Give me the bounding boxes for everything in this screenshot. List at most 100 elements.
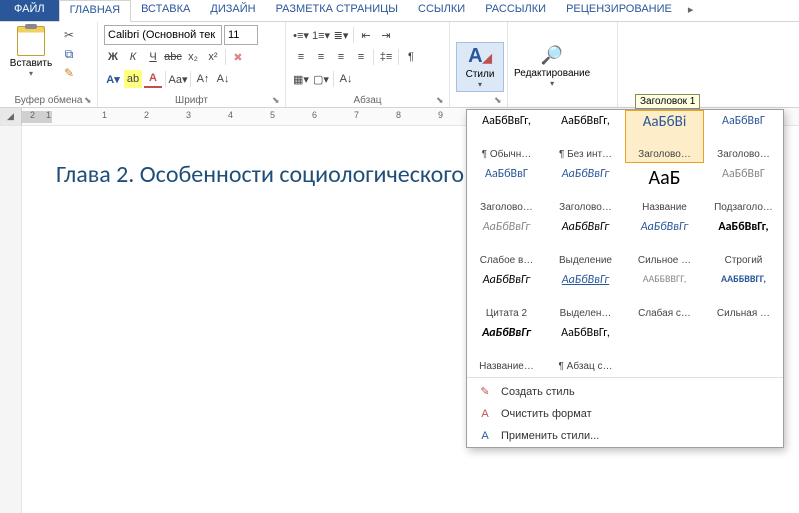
style-name: ¶ Обычн…: [470, 149, 543, 160]
ruler-tick: 8: [396, 110, 401, 120]
bold-button[interactable]: Ж: [104, 48, 122, 66]
bullets-button[interactable]: •≡▾: [292, 26, 310, 44]
copy-icon[interactable]: ⧉: [60, 46, 78, 62]
grow-font-button[interactable]: A↑: [194, 70, 212, 88]
align-left-button[interactable]: ≡: [292, 48, 310, 66]
gallery-command[interactable]: AПрименить стили...: [467, 425, 783, 447]
style-item[interactable]: ААББВВГГ,Сильная …: [704, 269, 783, 322]
decrease-indent-button[interactable]: ⇤: [357, 26, 375, 44]
style-item[interactable]: ААББВВГГ, Слабая с…: [625, 269, 704, 322]
styles-label: Стили: [466, 69, 495, 80]
style-name: Цитата 2: [470, 308, 543, 319]
superscript-button[interactable]: x²: [204, 48, 222, 66]
paste-button[interactable]: Вставить ▾: [6, 24, 56, 90]
tab-insert[interactable]: ВСТАВКА: [131, 0, 200, 21]
style-item[interactable]: АаБбВвГПодзаголо…: [704, 163, 783, 216]
editing-button[interactable]: 🔎 Редактирование ▾: [514, 45, 590, 88]
style-name: Сильная …: [707, 308, 780, 319]
group-label-font: Шрифт: [98, 95, 285, 106]
dialog-launcher-icon[interactable]: ⬊: [436, 95, 446, 105]
borders-button[interactable]: ▢▾: [312, 70, 330, 88]
clipboard-icon: [17, 26, 45, 56]
command-icon: A: [477, 408, 493, 420]
strike-button[interactable]: abc: [164, 48, 182, 66]
style-name: Заголово…: [549, 202, 622, 213]
style-item[interactable]: АаБбВвГг,¶ Без инт…: [546, 110, 625, 163]
justify-button[interactable]: ≡: [352, 48, 370, 66]
command-icon: ✎: [477, 385, 493, 398]
style-item[interactable]: АаБбВвГгВыделен…: [546, 269, 625, 322]
tab-file[interactable]: ФАЙЛ: [0, 0, 59, 21]
dialog-launcher-icon[interactable]: ⬊: [494, 95, 504, 105]
align-center-button[interactable]: ≡: [312, 48, 330, 66]
italic-button[interactable]: К: [124, 48, 142, 66]
style-name: Строгий: [707, 255, 780, 266]
format-painter-icon[interactable]: ✎: [60, 65, 78, 81]
style-preview: АаБбВвГг: [482, 327, 531, 339]
command-label: Создать стиль: [501, 386, 575, 398]
style-item[interactable]: АаБбВіЗаголово…: [625, 110, 704, 163]
style-item[interactable]: АаБбВвГг,¶ Обычн…: [467, 110, 546, 163]
style-item[interactable]: АаБбВвГгСлабое в…: [467, 216, 546, 269]
clear-format-icon[interactable]: ✖: [229, 48, 247, 66]
align-right-button[interactable]: ≡: [332, 48, 350, 66]
cut-icon[interactable]: ✂: [60, 27, 78, 43]
style-name: Слабая с…: [628, 308, 701, 319]
tab-overflow-icon[interactable]: ▸: [682, 0, 700, 21]
group-label-paragraph: Абзац: [286, 95, 449, 106]
text-effects-button[interactable]: A▾: [104, 70, 122, 88]
tab-mailings[interactable]: РАССЫЛКИ: [475, 0, 556, 21]
dialog-launcher-icon[interactable]: ⬊: [272, 95, 282, 105]
binoculars-icon: 🔎: [541, 45, 563, 66]
style-preview: АаБбВвГг: [641, 221, 688, 233]
underline-button[interactable]: Ч: [144, 48, 162, 66]
increase-indent-button[interactable]: ⇥: [377, 26, 395, 44]
shading-button[interactable]: ▦▾: [292, 70, 310, 88]
change-case-button[interactable]: Aa▾: [169, 70, 187, 88]
tab-review[interactable]: РЕЦЕНЗИРОВАНИЕ: [556, 0, 682, 21]
style-preview: АаБбВвГг,: [561, 327, 610, 339]
numbering-button[interactable]: 1≡▾: [312, 26, 330, 44]
command-label: Применить стили...: [501, 430, 599, 442]
vertical-ruler[interactable]: [0, 126, 22, 513]
style-item[interactable]: АаБбВвГЗаголово…: [704, 110, 783, 163]
dialog-launcher-icon[interactable]: ⬊: [84, 95, 94, 105]
ruler-tick: 2: [30, 110, 35, 120]
style-item[interactable]: АаБбВвГг,Строгий: [704, 216, 783, 269]
sort-button[interactable]: A↓: [337, 70, 355, 88]
font-color-button[interactable]: A: [144, 70, 162, 88]
style-preview: ААББВВГГ,: [643, 274, 687, 284]
gallery-command[interactable]: ✎ Создать стиль: [467, 380, 783, 403]
subscript-button[interactable]: x₂: [184, 48, 202, 66]
command-label: Очистить формат: [501, 408, 592, 420]
line-spacing-button[interactable]: ‡≡: [377, 48, 395, 66]
style-item[interactable]: АаБбВвГгВыделение: [546, 216, 625, 269]
font-name-select[interactable]: [104, 25, 222, 45]
font-size-select[interactable]: [224, 25, 258, 45]
show-marks-button[interactable]: ¶: [402, 48, 420, 66]
shrink-font-button[interactable]: A↓: [214, 70, 232, 88]
styles-gallery-button[interactable]: A◢ Стили ▾: [456, 42, 504, 92]
multilevel-button[interactable]: ≣▾: [332, 26, 350, 44]
tab-design[interactable]: ДИЗАЙН: [200, 0, 265, 21]
tab-references[interactable]: ССЫЛКИ: [408, 0, 475, 21]
ruler-corner[interactable]: ◢: [0, 108, 22, 125]
style-item[interactable]: АаБбВвГг,¶ Абзац с…: [546, 322, 625, 375]
style-item[interactable]: АаБНазвание: [625, 163, 704, 216]
tab-home[interactable]: ГЛАВНАЯ: [59, 0, 131, 22]
style-item[interactable]: АаБбВвГг Сильное …: [625, 216, 704, 269]
style-name: Сильное …: [628, 255, 701, 266]
style-item[interactable]: АаБбВвГгНазвание…: [467, 322, 546, 375]
style-preview: АаБбВвГг: [562, 168, 609, 180]
style-item[interactable]: АаБбВвГгЦитата 2: [467, 269, 546, 322]
styles-gallery-dropdown: Заголовок 1 АаБбВвГг,¶ Обычн…АаБбВвГг,¶ …: [466, 109, 784, 448]
style-item[interactable]: АаБбВвГг Заголово…: [546, 163, 625, 216]
style-name: Выделен…: [549, 308, 622, 319]
chevron-down-icon: ▾: [550, 79, 554, 88]
style-item[interactable]: АаБбВвГЗаголово…: [467, 163, 546, 216]
gallery-command[interactable]: A Очистить формат: [467, 403, 783, 425]
highlight-button[interactable]: ab: [124, 70, 142, 88]
tab-layout[interactable]: РАЗМЕТКА СТРАНИЦЫ: [266, 0, 408, 21]
styles-icon: A◢: [468, 45, 492, 68]
group-clipboard: Вставить ▾ ✂ ⧉ ✎ Буфер обмена ⬊: [0, 22, 98, 107]
